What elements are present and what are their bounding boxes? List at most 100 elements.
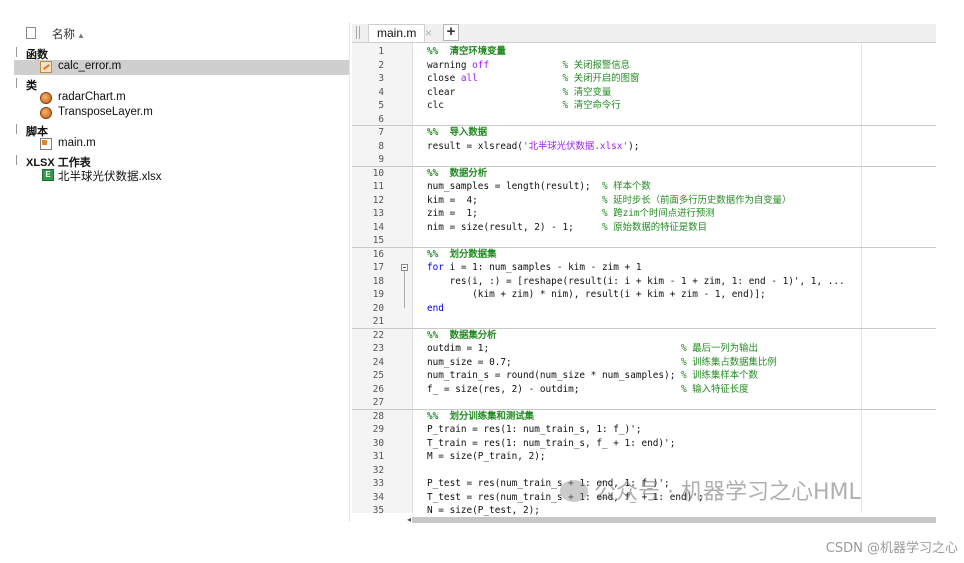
m-function-icon [40,61,52,73]
section-header[interactable]: 脚本 [14,123,350,138]
code-line[interactable]: 22 %% 数据集分析 [352,329,936,343]
code-text: zim = 1; % 跨zim个时间点进行预测 [427,208,715,219]
code-line[interactable]: 23 outdim = 1; % 最后一列为输出 [352,342,936,356]
cell-divider [352,125,936,126]
file-name: radarChart.m [58,91,126,103]
code-text: num_samples = length(result); % 样本个数 [427,181,651,192]
line-number: 10 [372,167,384,179]
code-area[interactable]: 1 %% 清空环境变量 2 warning off % 关闭报警信息 3 close al… [352,43,936,516]
file-name: 北半球光伏数据.xlsx [58,171,162,183]
code-line[interactable]: 11 num_samples = length(result); % 样本个数 [352,180,936,194]
file-item[interactable]: TransposeLayer.m [14,106,350,121]
file-name: TransposeLayer.m [58,106,153,118]
code-line[interactable]: 4 clear % 清空变量 [352,86,936,100]
code-text: outdim = 1; % 最后一列为输出 [427,343,758,354]
expander-icon[interactable] [16,47,20,57]
code-line[interactable]: 13 zim = 1; % 跨zim个时间点进行预测 [352,207,936,221]
line-number: 24 [372,356,384,368]
code-line[interactable]: 16 %% 划分数据集 [352,248,936,262]
line-number: 14 [372,221,384,233]
line-number: 20 [372,302,384,314]
close-tab-icon[interactable]: × [425,26,432,40]
code-line[interactable]: 3 close all % 关闭开启的图窗 [352,72,936,86]
line-number: 30 [372,437,384,449]
line-number: 25 [372,370,384,381]
code-text: N = size(P_test, 2); [427,505,540,516]
code-line[interactable]: 17 for i = 1: num_samples - kim - zim + 1 [352,261,936,275]
line-number: 26 [372,383,384,395]
line-number: 29 [372,424,384,435]
line-number: 34 [372,491,384,503]
code-text: warning off % 关闭报警信息 [427,59,631,71]
code-line[interactable]: 7 %% 导入数据 [352,126,936,140]
section-header[interactable]: 函数 [14,46,350,61]
line-number: 35 [372,505,384,516]
code-text: for i = 1: num_samples - kim - zim + 1 [427,262,642,273]
code-text: %% 数据分析 [427,167,488,179]
cell-divider [352,165,936,167]
cell-divider [352,408,936,410]
expander-icon[interactable] [16,78,20,88]
code-line[interactable]: 19 (kim + zim) * nim), result(i + kim + … [352,288,936,302]
code-line[interactable]: 28 %% 划分训练集和测试集 [352,410,936,424]
file-item[interactable]: main.m [14,137,350,152]
name-column-header[interactable]: 名称 ▲ [52,26,85,42]
line-number: 18 [372,275,384,287]
file-item[interactable]: E 北半球光伏数据.xlsx [14,168,350,183]
add-tab-button[interactable]: + [443,24,459,41]
code-text: (kim + zim) * nim), result(i + kim + zim… [427,289,766,300]
pane-divider[interactable] [349,22,350,522]
section-header[interactable]: XLSX 工作表 [14,154,350,169]
code-line[interactable]: 24 num_size = 0.7; % 训练集占数据集比例 [352,356,936,370]
file-item[interactable]: radarChart.m [14,91,350,106]
file-name: main.m [58,137,96,149]
line-number: 16 [372,248,384,260]
tab-grip-icon[interactable] [356,26,360,39]
document-icon [26,27,36,39]
code-line[interactable]: 26 f_ = size(res, 2) - outdim; % 输入特征长度 [352,383,936,397]
code-line[interactable]: 21 [352,315,936,329]
code-line[interactable]: 12 kim = 4; % 延时步长（前面多行历史数据作为自变量） [352,194,936,208]
code-text: nim = size(result, 2) - 1; % 原始数据的特征是数目 [427,221,708,233]
tab-main-m[interactable]: main.m [368,24,426,42]
code-line[interactable]: 30 T_train = res(1: num_train_s, f_ + 1: … [352,437,936,451]
code-line[interactable]: 8 result = xlsread('北半球光伏数据.xlsx'); [352,140,936,154]
code-line[interactable]: 20 end [352,302,936,316]
code-line[interactable]: 9 [352,153,936,167]
section-header[interactable]: 类 [14,77,350,92]
line-number: 22 [372,329,384,341]
line-number: 2 [378,59,384,71]
m-class-icon [40,107,52,119]
fold-toggle-icon[interactable] [401,264,408,271]
line-number: 17 [372,262,384,273]
code-text: %% 划分训练集和测试集 [427,410,534,422]
code-text: clc % 清空命令行 [427,100,621,111]
line-number: 3 [378,73,384,84]
file-item[interactable]: calc_error.m [14,60,350,75]
code-line[interactable]: 29 P_train = res(1: num_train_s, 1: f_)'; [352,423,936,437]
code-line[interactable]: 5 clc % 清空命令行 [352,99,936,113]
code-line[interactable]: 25 num_train_s = round(num_size * num_sam… [352,369,936,383]
sort-ascending-icon: ▲ [77,31,85,40]
code-text: T_train = res(1: num_train_s, f_ + 1: en… [427,437,676,449]
code-line[interactable]: 27 [352,396,936,410]
code-text: %% 导入数据 [427,127,488,138]
scroll-left-icon[interactable]: ◂ [407,515,411,524]
browser-header[interactable]: 名称 ▲ [14,22,350,44]
line-number: 21 [372,316,384,327]
code-line[interactable]: 35 N = size(P_test, 2); [352,504,936,518]
code-line[interactable]: 10 %% 数据分析 [352,167,936,181]
expander-icon[interactable] [16,155,20,165]
code-line[interactable]: 15 [352,234,936,248]
code-line[interactable]: 6 [352,113,936,127]
code-line[interactable]: 14 nim = size(result, 2) - 1; % 原始数据的特征是数… [352,221,936,235]
code-line[interactable]: 2 warning off % 关闭报警信息 [352,59,936,73]
expander-icon[interactable] [16,124,20,134]
code-text: f_ = size(res, 2) - outdim; % 输入特征长度 [427,383,749,395]
code-line[interactable]: 31 M = size(P_train, 2); [352,450,936,464]
code-line[interactable]: 18 res(i, :) = [reshape(result(i: i + ki… [352,275,936,289]
horizontal-scrollbar[interactable] [412,517,936,523]
code-text: M = size(P_train, 2); [427,451,546,462]
code-text: result = xlsread('北半球光伏数据.xlsx'); [427,140,640,152]
code-line[interactable]: 1 %% 清空环境变量 [352,45,936,59]
